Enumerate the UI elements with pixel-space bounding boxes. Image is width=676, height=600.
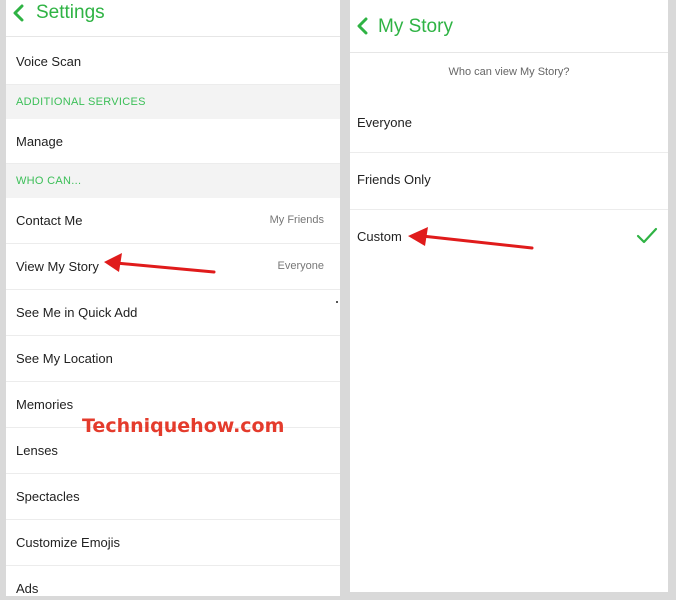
row-label: Memories: [16, 397, 74, 412]
settings-row-quick-add[interactable]: See Me in Quick Add: [6, 290, 340, 336]
row-label: See My Location: [16, 351, 113, 366]
row-label: Voice Scan: [16, 54, 82, 69]
settings-row-customize-emojis[interactable]: Customize Emojis: [6, 520, 340, 566]
settings-row-my-location[interactable]: See My Location: [6, 336, 340, 382]
chevron-left-icon[interactable]: [12, 4, 26, 22]
my-story-header: My Story: [350, 0, 668, 53]
my-story-screen: My Story Who can view My Story? Everyone…: [350, 0, 668, 592]
option-label: Custom: [357, 229, 402, 244]
settings-row-manage[interactable]: Manage: [6, 119, 340, 164]
settings-screen: Settings Voice Scan ADDITIONAL SERVICES …: [6, 0, 340, 596]
row-label: Contact Me: [16, 213, 83, 228]
chevron-left-icon[interactable]: [356, 17, 370, 35]
page-title: My Story: [378, 16, 453, 37]
stray-dot: [336, 301, 338, 303]
settings-row-spectacles[interactable]: Spectacles: [6, 474, 340, 520]
settings-row-contact-me[interactable]: Contact Me My Friends: [6, 198, 340, 244]
option-label: Everyone: [357, 115, 412, 130]
row-label: See Me in Quick Add: [16, 305, 138, 320]
row-label: Manage: [16, 134, 63, 149]
watermark-text: Techniquehow.com: [82, 415, 285, 437]
red-arrow-pointer: [104, 253, 216, 274]
section-label: ADDITIONAL SERVICES: [16, 96, 146, 108]
row-label: Spectacles: [16, 489, 80, 504]
option-everyone[interactable]: Everyone: [350, 96, 668, 153]
row-label: Ads: [16, 581, 39, 596]
row-label: View My Story: [16, 259, 99, 274]
row-label: Customize Emojis: [16, 535, 121, 550]
checkmark-icon: [636, 227, 658, 244]
section-label: WHO CAN...: [16, 175, 82, 187]
visibility-question: Who can view My Story?: [448, 66, 570, 78]
row-label: Lenses: [16, 443, 58, 458]
page-title: Settings: [36, 2, 105, 23]
section-header-who-can: WHO CAN...: [6, 164, 340, 198]
red-arrow-pointer: [408, 227, 534, 250]
option-label: Friends Only: [357, 172, 431, 187]
option-friends-only[interactable]: Friends Only: [350, 153, 668, 210]
settings-header: Settings: [6, 0, 340, 37]
row-value: My Friends: [269, 214, 324, 226]
row-value: Everyone: [277, 260, 324, 272]
section-header-additional-services: ADDITIONAL SERVICES: [6, 85, 340, 119]
settings-row-ads[interactable]: Ads: [6, 566, 340, 596]
settings-row-voice-scan[interactable]: Voice Scan: [6, 37, 340, 85]
